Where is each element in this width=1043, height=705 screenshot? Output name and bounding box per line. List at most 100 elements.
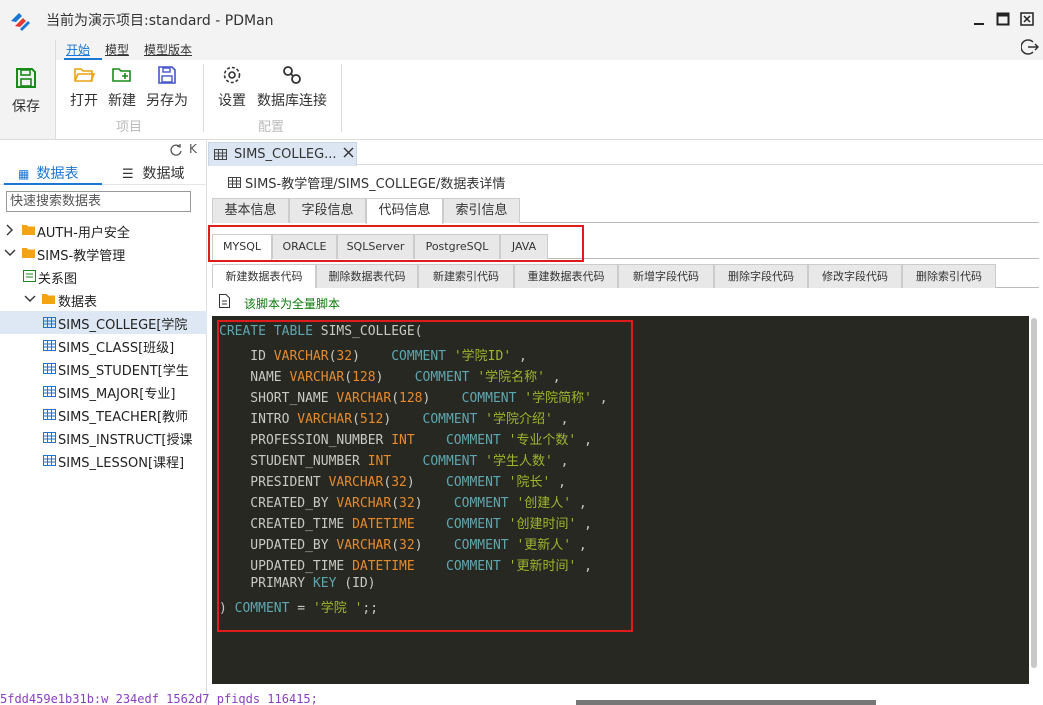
- tab-drop-table-code[interactable]: 删除数据表代码: [316, 264, 418, 288]
- active-sidebar-tab-line: [4, 183, 102, 185]
- window-title: 当前为演示项目:standard - PDMan: [46, 13, 274, 29]
- tree-item-label: SIMS_CLASS[班级]: [58, 341, 175, 356]
- ribbon-body: 打开 新建 另存为 项目 设置 数据库连接 配置: [56, 60, 1043, 139]
- refresh-icon[interactable]: [169, 143, 183, 157]
- vertical-scrollbar[interactable]: [1031, 318, 1037, 668]
- open-label: 打开: [70, 93, 98, 109]
- table-icon: [43, 363, 56, 374]
- tab-domains-label: 数据域: [142, 166, 185, 182]
- save-as-label: 另存为: [146, 93, 188, 109]
- highlight-box-db-tabs: [208, 225, 584, 262]
- tab-model-version[interactable]: 模型版本: [144, 41, 192, 58]
- tree-item-label: SIMS_COLLEGE[学院: [58, 318, 188, 333]
- table-search-input[interactable]: [6, 191, 191, 212]
- folder-add-icon: [112, 68, 131, 82]
- tab-create-index-code[interactable]: 新建索引代码: [418, 264, 514, 288]
- save-as-icon: [158, 66, 176, 84]
- settings-button[interactable]: 设置: [218, 64, 246, 110]
- pdman-logo-icon: [11, 13, 30, 31]
- code-type-tabs: 新建数据表代码 删除数据表代码 新建索引代码 重建数据表代码 新增字段代码 删除…: [212, 264, 1039, 288]
- tab-field-info[interactable]: 字段信息: [289, 198, 366, 223]
- maximize-icon[interactable]: [996, 12, 1010, 26]
- tree-item-relation-diagram[interactable]: 关系图: [0, 265, 207, 288]
- chevron-right-icon[interactable]: [4, 224, 16, 236]
- tree-item-label: 关系图: [38, 272, 78, 287]
- tree-item-sims-college[interactable]: SIMS_COLLEGE[学院: [0, 311, 207, 334]
- tab-create-table-code[interactable]: 新建数据表代码: [212, 264, 316, 288]
- full-script-note: 该脚本为全量脚本: [244, 297, 341, 311]
- folder-icon: [22, 248, 35, 258]
- minimize-icon[interactable]: [972, 12, 986, 26]
- sidebar: K ▦ 数据表 ☰ 数据域 AUTH-用户安全 SIMS-教学管理 关系图 数据…: [0, 141, 207, 705]
- chevron-down-icon[interactable]: [4, 247, 16, 259]
- table-icon: [43, 409, 56, 420]
- tree-item-sims-teacher[interactable]: SIMS_TEACHER[教师: [0, 403, 207, 426]
- table-icon: [43, 340, 56, 351]
- list-icon: ☰: [122, 167, 134, 182]
- tree-item-tables-folder[interactable]: 数据表: [0, 288, 207, 311]
- db-connect-button[interactable]: 数据库连接: [257, 64, 327, 110]
- tree-item-sims-class[interactable]: SIMS_CLASS[班级]: [0, 334, 207, 357]
- tree-item-sims-major[interactable]: SIMS_MAJOR[专业]: [0, 380, 207, 403]
- tree-item-label: SIMS_INSTRUCT[授课: [58, 433, 193, 448]
- tree-item-label: SIMS_MAJOR[专业]: [58, 387, 176, 402]
- save-as-button[interactable]: 另存为: [146, 64, 188, 110]
- title-bar: 当前为演示项目:standard - PDMan: [0, 0, 1043, 40]
- main-area: SIMS_COLLEG... SIMS-教学管理/SIMS_COLLEGE/数据…: [208, 141, 1043, 705]
- table-icon: [214, 149, 227, 160]
- logout-icon[interactable]: [1021, 38, 1039, 56]
- db-connect-label: 数据库连接: [257, 93, 327, 109]
- tab-model[interactable]: 模型: [105, 41, 129, 58]
- tab-tables[interactable]: ▦ 数据表: [18, 163, 78, 183]
- tree-item-label: SIMS_LESSON[课程]: [58, 456, 185, 471]
- tab-domains[interactable]: ☰ 数据域: [122, 163, 184, 183]
- tree-item-sims[interactable]: SIMS-教学管理: [0, 242, 207, 265]
- open-button[interactable]: 打开: [70, 64, 98, 110]
- save-button[interactable]: 保存: [0, 40, 56, 139]
- table-icon: [43, 386, 56, 397]
- tree-item-label: SIMS-教学管理: [37, 249, 126, 264]
- background-text: 5fdd459e1b31b:w 234edf 1562d7 pfiqds 116…: [0, 692, 318, 705]
- save-icon: [16, 68, 36, 88]
- document-tab-bar: SIMS_COLLEG...: [208, 141, 1043, 166]
- breadcrumb: SIMS-教学管理/SIMS_COLLEGE/数据表详情: [245, 177, 506, 192]
- collapse-k-button[interactable]: K: [189, 142, 197, 156]
- close-icon[interactable]: [342, 146, 355, 159]
- tree-item-auth[interactable]: AUTH-用户安全: [0, 219, 207, 242]
- chevron-down-icon[interactable]: [24, 293, 36, 305]
- tab-modify-field-code[interactable]: 修改字段代码: [808, 264, 902, 288]
- table-icon: [43, 317, 56, 328]
- tab-index-info[interactable]: 索引信息: [443, 198, 520, 223]
- tree-item-sims-student[interactable]: SIMS_STUDENT[学生: [0, 357, 207, 380]
- close-window-icon[interactable]: [1020, 12, 1034, 26]
- detail-tabs: 基本信息 字段信息 代码信息 索引信息: [212, 198, 1039, 224]
- tab-add-field-code[interactable]: 新增字段代码: [618, 264, 714, 288]
- group-label-config: 配置: [258, 120, 285, 135]
- new-label: 新建: [108, 93, 136, 109]
- tab-drop-index-code[interactable]: 删除索引代码: [902, 264, 996, 288]
- tree-item-sims-instruct[interactable]: SIMS_INSTRUCT[授课: [0, 426, 207, 449]
- group-separator: [203, 64, 204, 132]
- folder-icon: [42, 294, 55, 304]
- tree-item-label: 数据表: [58, 295, 98, 310]
- tab-tables-label: 数据表: [36, 166, 79, 182]
- new-button[interactable]: 新建: [108, 64, 136, 110]
- tab-code-info[interactable]: 代码信息: [366, 198, 443, 224]
- group-separator: [341, 64, 342, 132]
- grid-icon: ▦: [18, 167, 30, 181]
- save-label: 保存: [12, 99, 40, 115]
- table-icon: [228, 177, 241, 188]
- folder-icon: [22, 225, 35, 235]
- tab-drop-field-code[interactable]: 删除字段代码: [714, 264, 808, 288]
- settings-label: 设置: [218, 93, 246, 109]
- tab-rebuild-table-code[interactable]: 重建数据表代码: [514, 264, 618, 288]
- relation-diagram-icon: [23, 270, 36, 282]
- folder-open-icon: [74, 68, 95, 82]
- background-fragment: [576, 700, 876, 705]
- link-icon: [283, 66, 301, 84]
- tab-start[interactable]: 开始: [66, 41, 90, 58]
- tree-item-sims-lesson[interactable]: SIMS_LESSON[课程]: [0, 449, 207, 472]
- document-icon: [219, 294, 230, 308]
- doc-tab-sims-college[interactable]: SIMS_COLLEG...: [208, 142, 357, 166]
- tab-basic-info[interactable]: 基本信息: [212, 198, 289, 223]
